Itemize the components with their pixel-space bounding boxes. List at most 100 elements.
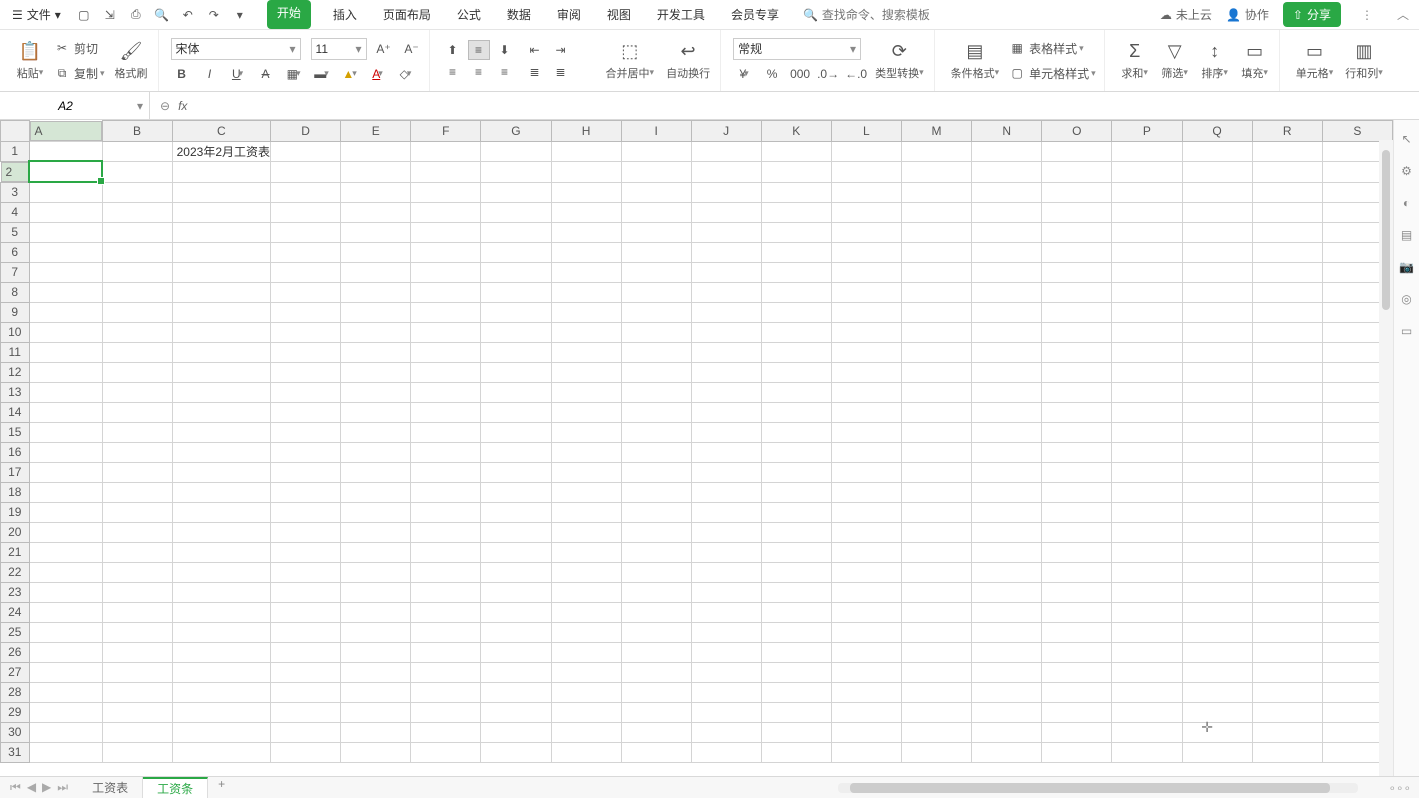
cell[interactable] [102,622,172,642]
cell[interactable] [691,622,761,642]
cell[interactable] [1112,562,1182,582]
cell[interactable] [761,442,831,462]
row-header[interactable]: 15 [1,422,30,442]
settings-sliders-icon[interactable]: ⚙ [1398,162,1416,180]
cell[interactable] [1252,422,1322,442]
column-header[interactable]: K [761,121,831,142]
status-more-icon[interactable]: ∘∘∘ [1388,781,1419,795]
cell[interactable] [1112,282,1182,302]
cell[interactable] [621,442,691,462]
cell[interactable] [1252,502,1322,522]
cell[interactable] [271,642,341,662]
number-format-select[interactable]: 常规▾ [733,38,861,60]
cell[interactable] [691,662,761,682]
cell[interactable] [341,222,411,242]
cell[interactable] [901,422,971,442]
cell[interactable] [102,222,172,242]
cell[interactable] [1112,602,1182,622]
type-convert-button[interactable]: ⟳ 类型转换▾ [871,37,928,85]
cell[interactable] [102,662,172,682]
cell[interactable] [691,542,761,562]
cell[interactable] [481,622,551,642]
redo-icon[interactable]: ↷ [205,6,223,24]
cell[interactable] [761,222,831,242]
cell[interactable] [341,722,411,742]
cell[interactable] [901,502,971,522]
align-top-icon[interactable]: ⬆ [442,40,464,60]
row-header[interactable]: 23 [1,582,30,602]
collab-button[interactable]: 👤 协作 [1226,6,1269,23]
cell[interactable] [831,161,901,182]
cell[interactable] [761,482,831,502]
cell[interactable] [901,722,971,742]
cell[interactable] [621,462,691,482]
cell[interactable] [29,442,102,462]
undo-icon[interactable]: ↶ [179,6,197,24]
cell[interactable] [29,462,102,482]
cell[interactable] [901,562,971,582]
cell[interactable] [271,161,341,182]
cell[interactable] [761,342,831,362]
cell[interactable] [831,602,901,622]
target-icon[interactable]: ◎ [1398,290,1416,308]
cell[interactable] [901,141,971,161]
cell[interactable] [1042,322,1112,342]
more-options-icon[interactable]: ⋮ [1355,8,1379,22]
cell[interactable] [621,302,691,322]
decrease-font-icon[interactable]: A⁻ [401,39,423,59]
cell[interactable] [621,622,691,642]
share-button[interactable]: ⇧ 分享 [1283,2,1341,27]
cell[interactable] [761,302,831,322]
cell[interactable] [29,282,102,302]
cell[interactable] [551,562,621,582]
cell[interactable] [691,342,761,362]
conditional-format-button[interactable]: ▤ 条件格式▾ [947,37,1004,85]
cell[interactable] [172,182,270,202]
cell[interactable] [761,182,831,202]
cell[interactable] [1252,182,1322,202]
cell[interactable] [1112,141,1182,161]
cell[interactable] [411,342,481,362]
cell[interactable] [1252,542,1322,562]
column-header[interactable]: P [1112,121,1182,142]
cell[interactable] [102,402,172,422]
cell[interactable] [172,161,270,182]
cell[interactable] [481,562,551,582]
row-header[interactable]: 17 [1,462,30,482]
cell[interactable] [271,662,341,682]
cell[interactable] [1112,362,1182,382]
cell[interactable] [341,402,411,422]
cell[interactable] [901,662,971,682]
cell[interactable] [831,522,901,542]
cell[interactable] [831,562,901,582]
cell[interactable] [551,502,621,522]
cell[interactable] [551,422,621,442]
cell[interactable] [901,322,971,342]
cell[interactable] [551,642,621,662]
cell[interactable] [1252,662,1322,682]
cell[interactable] [341,141,411,161]
library-icon[interactable]: ▭ [1398,322,1416,340]
cell[interactable] [691,502,761,522]
cell[interactable] [691,742,761,762]
cell[interactable] [972,202,1042,222]
cell[interactable] [1042,742,1112,762]
cell[interactable] [1042,542,1112,562]
cell[interactable] [1252,322,1322,342]
cell[interactable] [1182,702,1252,722]
cell[interactable] [172,642,270,662]
cell[interactable] [172,222,270,242]
row-header[interactable]: 21 [1,542,30,562]
cell[interactable] [1112,662,1182,682]
cloud-status[interactable]: ☁ 未上云 [1160,6,1212,23]
cell[interactable] [1182,302,1252,322]
cell[interactable] [691,702,761,722]
font-name-select[interactable]: 宋体▾ [171,38,301,60]
cell[interactable] [481,262,551,282]
cell[interactable] [172,382,270,402]
cell[interactable] [972,562,1042,582]
cell[interactable] [831,682,901,702]
paste-button[interactable]: 📋 粘贴▾ [12,37,48,85]
italic-icon[interactable]: I [199,64,221,84]
cell[interactable] [1182,202,1252,222]
